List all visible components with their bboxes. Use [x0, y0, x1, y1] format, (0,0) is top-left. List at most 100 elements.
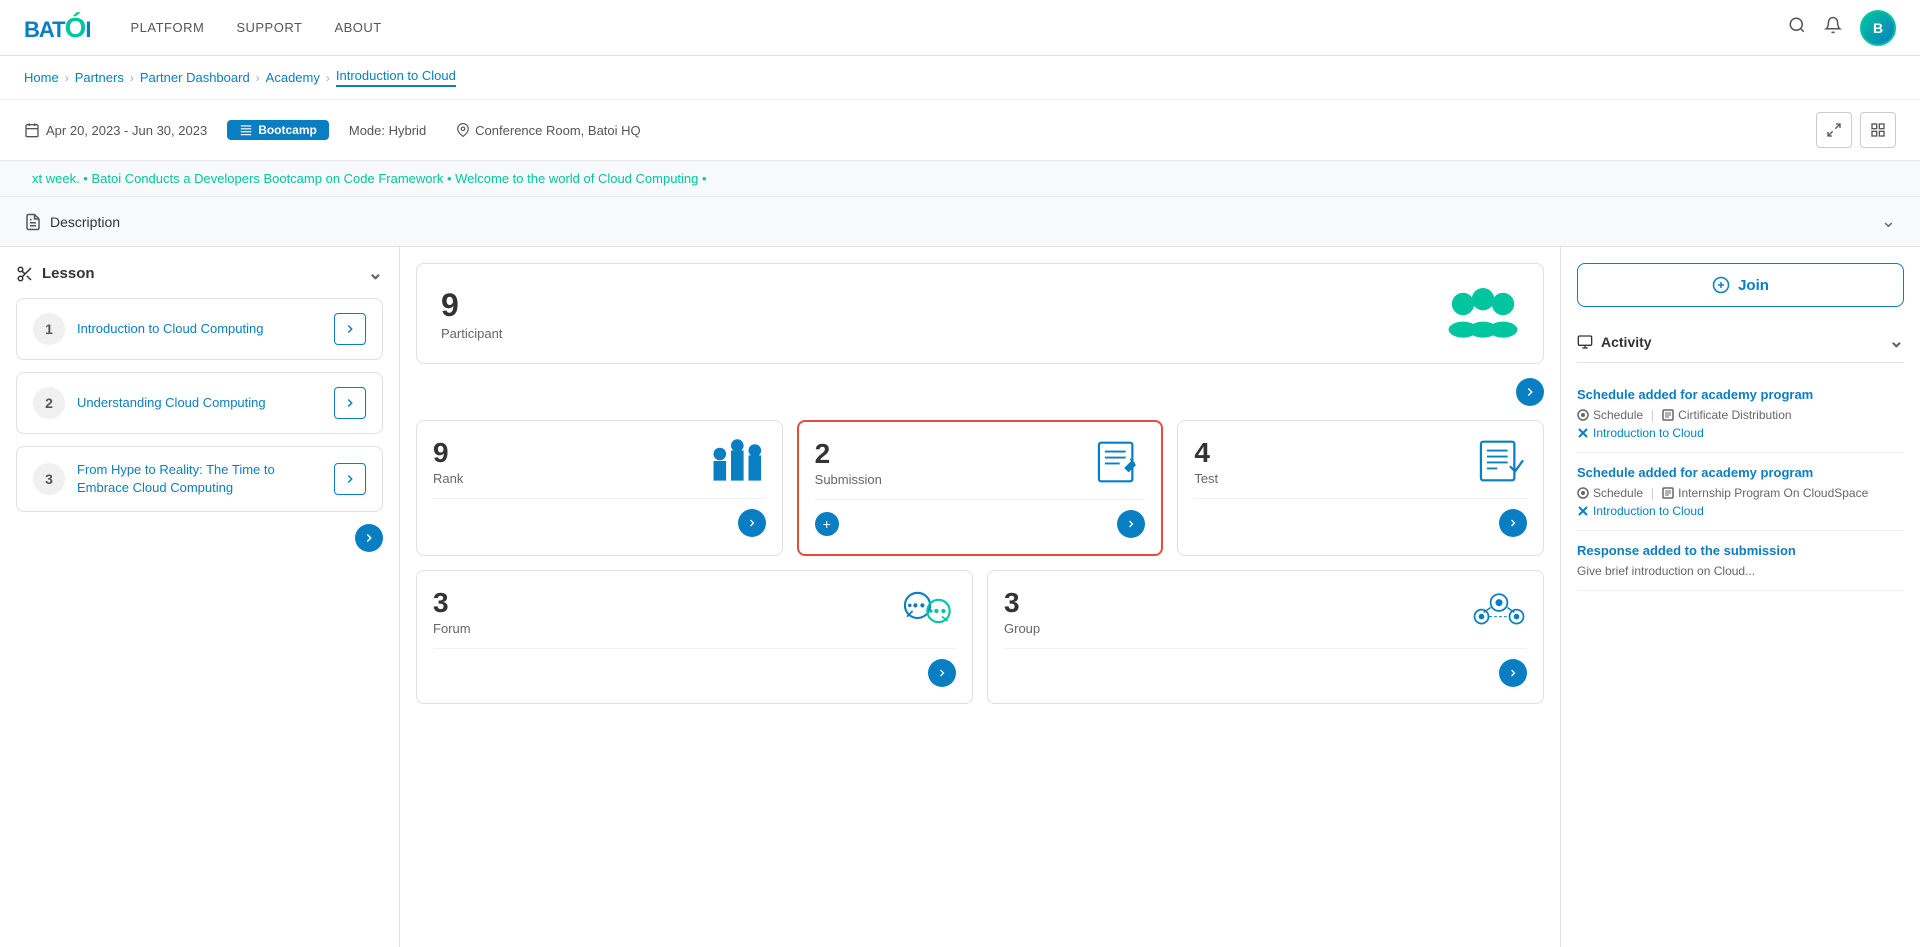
activity-course-label-1: Introduction to Cloud [1593, 426, 1704, 440]
join-button[interactable]: Join [1577, 263, 1904, 307]
lesson-num-1: 1 [33, 313, 65, 345]
breadcrumb-current: Introduction to Cloud [336, 68, 456, 87]
lesson-title-2[interactable]: Understanding Cloud Computing [77, 394, 322, 412]
description-bar[interactable]: Description ⌄ [0, 197, 1920, 247]
breadcrumb: Home › Partners › Partner Dashboard › Ac… [0, 56, 1920, 100]
logo[interactable]: BATÓI [24, 12, 91, 44]
bootcamp-badge: Bootcamp [227, 120, 329, 140]
forum-card-footer [433, 648, 956, 687]
submission-add-button[interactable]: + [815, 512, 839, 536]
activity-course-2[interactable]: Introduction to Cloud [1577, 504, 1904, 518]
activity-icon [1577, 334, 1593, 350]
center-content: 9 Participant [400, 247, 1560, 947]
nav-icons: B [1788, 10, 1896, 46]
activity-chevron-icon: ⌄ [1889, 331, 1904, 352]
test-more-button[interactable] [1499, 509, 1527, 537]
forum-label: Forum [433, 621, 471, 636]
view-toggle-2[interactable] [1860, 112, 1896, 148]
meta-bar: Apr 20, 2023 - Jun 30, 2023 Bootcamp Mod… [0, 100, 1920, 161]
activity-course-label-2: Introduction to Cloud [1593, 504, 1704, 518]
cross-icon-1 [1577, 427, 1589, 439]
activity-course-1[interactable]: Introduction to Cloud [1577, 426, 1904, 440]
badge-text: Bootcamp [258, 123, 317, 137]
participants-info: 9 Participant [441, 287, 502, 341]
sidebar-more-button[interactable] [355, 524, 383, 552]
forum-card: 3 Forum [416, 570, 973, 704]
avatar[interactable]: B [1860, 10, 1896, 46]
list-icon [239, 123, 253, 137]
participants-more-button[interactable] [1516, 378, 1544, 406]
description-label: Description [50, 214, 120, 230]
calendar-icon [24, 122, 40, 138]
test-card-content: 4 Test [1194, 437, 1527, 486]
logo-text: BATÓI [24, 12, 91, 44]
test-card: 4 Test [1177, 420, 1544, 556]
group-card-content: 3 Group [1004, 587, 1527, 636]
view-toggle-1[interactable] [1816, 112, 1852, 148]
arrow-right-rank-icon [746, 517, 758, 529]
lesson-go-button-2[interactable] [334, 387, 366, 419]
breadcrumb-sep-2: › [130, 71, 134, 85]
activity-header: Activity ⌄ [1577, 321, 1904, 363]
lesson-chevron-icon: ⌄ [368, 263, 383, 284]
submission-label: Submission [815, 472, 882, 487]
nav-support[interactable]: SUPPORT [236, 20, 302, 35]
nav-platform[interactable]: PLATFORM [131, 20, 205, 35]
group-icon [1471, 587, 1527, 635]
breadcrumb-home[interactable]: Home [24, 70, 59, 85]
arrow-right-icon-2 [343, 396, 357, 410]
arrow-right-forum-icon [936, 667, 948, 679]
location-icon [456, 123, 470, 137]
nav-links: PLATFORM SUPPORT ABOUT [131, 20, 1789, 35]
lesson-go-button-3[interactable] [334, 463, 366, 495]
activity-title-3[interactable]: Response added to the submission [1577, 543, 1904, 558]
schedule-dot-icon-2 [1577, 487, 1589, 499]
arrow-right-icon-3 [343, 472, 357, 486]
rank-more-button[interactable] [738, 509, 766, 537]
description-bar-left: Description [24, 213, 120, 231]
scissors-icon [16, 265, 34, 283]
lesson-card-2: 2 Understanding Cloud Computing [16, 372, 383, 434]
join-label: Join [1738, 277, 1769, 294]
grid-icon [1870, 122, 1886, 138]
main-layout: Lesson ⌄ 1 Introduction to Cloud Computi… [0, 247, 1920, 947]
lesson-go-button-1[interactable] [334, 313, 366, 345]
forum-count: 3 [433, 587, 471, 619]
breadcrumb-academy[interactable]: Academy [266, 70, 320, 85]
activity-cert-1: Cirtificate Distribution [1662, 408, 1791, 422]
activity-title-1[interactable]: Schedule added for academy program [1577, 387, 1904, 402]
forum-more-button[interactable] [928, 659, 956, 687]
nav-about[interactable]: ABOUT [334, 20, 381, 35]
notification-button[interactable] [1824, 16, 1842, 39]
meta-mode: Mode: Hybrid [349, 123, 426, 138]
breadcrumb-partner-dashboard[interactable]: Partner Dashboard [140, 70, 250, 85]
lesson-sidebar: Lesson ⌄ 1 Introduction to Cloud Computi… [0, 247, 400, 947]
group-card-footer [1004, 648, 1527, 687]
participants-label: Participant [441, 326, 502, 341]
test-card-footer [1194, 498, 1527, 537]
activity-meta-1: Schedule | Cirtificate Distribution [1577, 408, 1904, 422]
activity-title-2[interactable]: Schedule added for academy program [1577, 465, 1904, 480]
rank-label: Rank [433, 471, 463, 486]
top-nav: BATÓI PLATFORM SUPPORT ABOUT B [0, 0, 1920, 56]
lesson-header-label: Lesson [42, 265, 95, 282]
lesson-title-1[interactable]: Introduction to Cloud Computing [77, 320, 322, 338]
arrow-right-submission-icon [1125, 518, 1137, 530]
breadcrumb-partners[interactable]: Partners [75, 70, 124, 85]
participants-count: 9 [441, 287, 502, 324]
lesson-title-3[interactable]: From Hype to Reality: The Time to Embrac… [77, 461, 322, 497]
search-button[interactable] [1788, 16, 1806, 39]
group-label: Group [1004, 621, 1040, 636]
activity-schedule-2: Schedule [1577, 486, 1643, 500]
activity-schedule-label-1: Schedule [1593, 408, 1643, 422]
participants-icon-container [1439, 284, 1519, 343]
cert-icon-2 [1662, 487, 1674, 499]
test-count: 4 [1194, 437, 1218, 469]
group-more-button[interactable] [1499, 659, 1527, 687]
forum-icon [900, 587, 956, 635]
submission-more-button[interactable] [1117, 510, 1145, 538]
schedule-dot-icon-1 [1577, 409, 1589, 421]
activity-header-left: Activity [1577, 334, 1652, 350]
activity-schedule-1: Schedule [1577, 408, 1643, 422]
breadcrumb-sep-1: › [65, 71, 69, 85]
